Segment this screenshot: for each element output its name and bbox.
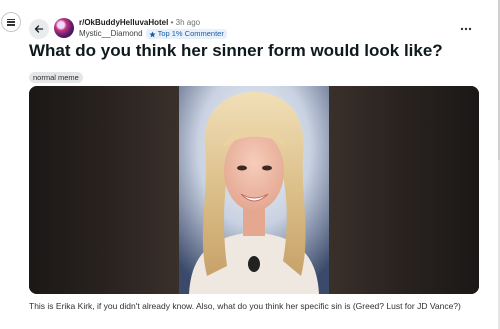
back-button[interactable] — [29, 19, 49, 39]
community-avatar[interactable] — [54, 18, 74, 38]
image-blur-right — [329, 86, 479, 294]
menu-toggle-button[interactable] — [1, 12, 21, 32]
post-time: 3h ago — [175, 18, 201, 27]
post-flair[interactable]: normal meme — [29, 72, 83, 83]
author-row: Mystic__Diamond Top 1% Commenter — [79, 29, 227, 39]
arrow-left-icon — [34, 25, 44, 33]
post-title[interactable]: What do you think her sinner form would … — [29, 41, 443, 61]
more-options-button[interactable] — [460, 22, 472, 34]
post-meta: r/OkBuddyHelluvaHotel • 3h ago — [79, 18, 200, 28]
meta-separator: • — [170, 18, 174, 27]
menu-icon — [7, 18, 15, 26]
portrait-photo — [179, 86, 329, 294]
image-blur-left — [29, 86, 179, 294]
author-link[interactable]: Mystic__Diamond — [79, 29, 143, 39]
post-image[interactable] — [29, 86, 479, 294]
community-link[interactable]: r/OkBuddyHelluvaHotel — [79, 18, 168, 27]
more-horizontal-icon — [460, 27, 472, 31]
author-badge: Top 1% Commenter — [145, 29, 227, 39]
post-body: This is Erika Kirk, if you didn't alread… — [29, 301, 461, 311]
author-badge-label: Top 1% Commenter — [157, 29, 224, 38]
badge-icon — [149, 30, 156, 37]
